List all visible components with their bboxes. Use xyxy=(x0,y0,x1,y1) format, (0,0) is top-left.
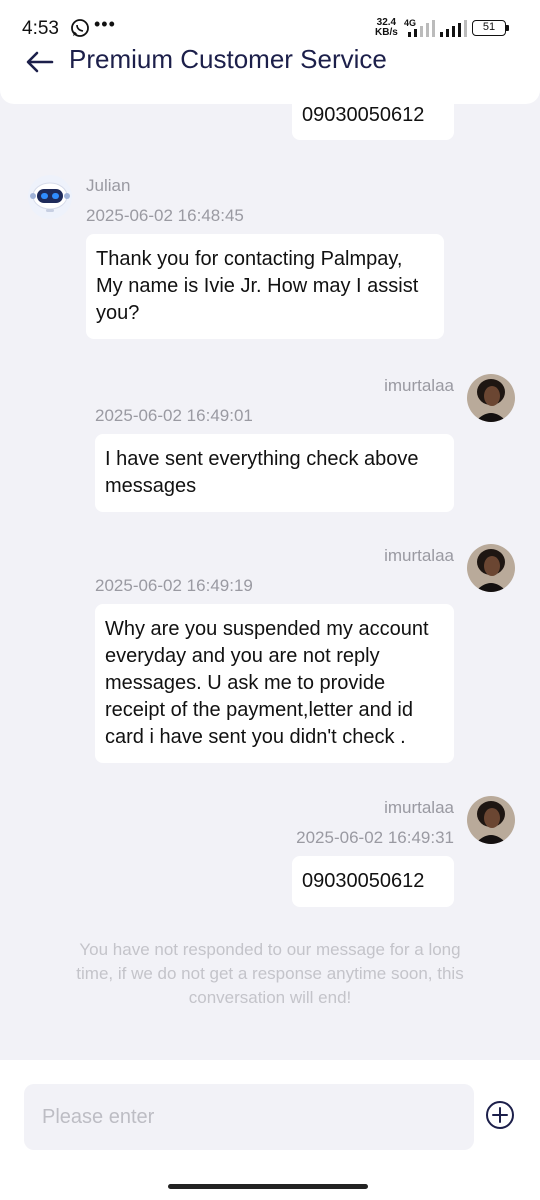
message-input[interactable] xyxy=(24,1084,474,1150)
message-text: 09030050612 xyxy=(302,104,425,126)
network-speed: 32.4 KB/s xyxy=(375,18,398,38)
user-avatar-icon xyxy=(467,544,515,592)
message-timestamp: 2025-06-02 16:48:45 xyxy=(86,206,244,225)
message-text: I have sent everything check above messa… xyxy=(105,448,419,497)
sender-name: Julian xyxy=(86,176,131,195)
home-indicator xyxy=(168,1184,368,1189)
page-title: Premium Customer Service xyxy=(69,44,387,74)
avatar xyxy=(467,796,515,844)
signal-icon xyxy=(440,20,467,37)
message-text: Why are you suspended my account everyda… xyxy=(105,618,429,748)
message-text: 09030050612 xyxy=(302,870,425,892)
whatsapp-icon xyxy=(71,19,89,37)
sender-name: imurtalaa xyxy=(384,546,454,565)
chat-area[interactable]: 09030050612 Julian 2025-06-02 16:48:45 T… xyxy=(0,104,540,1060)
user-avatar-icon xyxy=(467,374,515,422)
message-timestamp: 2025-06-02 16:49:19 xyxy=(95,576,253,595)
message-bubble: 09030050612 xyxy=(292,104,454,140)
battery-icon: 51 xyxy=(472,20,506,36)
status-time: 4:53 xyxy=(22,18,59,39)
avatar xyxy=(467,374,515,422)
message-bubble: Why are you suspended my account everyda… xyxy=(95,604,454,763)
message-timestamp: 2025-06-02 16:49:01 xyxy=(95,406,253,425)
arrow-left-icon[interactable] xyxy=(22,44,58,80)
net-speed-unit: KB/s xyxy=(375,27,398,38)
sender-name: imurtalaa xyxy=(384,798,454,817)
avatar xyxy=(467,544,515,592)
inactivity-notice: You have not responded to our message fo… xyxy=(76,940,464,1007)
signal-icon xyxy=(408,20,435,37)
more-dots-icon: ••• xyxy=(94,14,116,34)
plus-circle-icon[interactable] xyxy=(485,1100,515,1130)
battery-tip xyxy=(506,25,509,31)
status-bar: 4:53 ••• 32.4 KB/s 4G 51 xyxy=(0,0,540,40)
message-bubble: I have sent everything check above messa… xyxy=(95,434,454,512)
composer-bar xyxy=(0,1060,540,1200)
user-avatar-icon xyxy=(467,796,515,844)
sender-name: imurtalaa xyxy=(384,376,454,395)
message-bubble: Thank you for contacting Palmpay, My nam… xyxy=(86,234,444,339)
message-timestamp: 2025-06-02 16:49:31 xyxy=(296,828,454,847)
bot-avatar-icon xyxy=(28,175,72,219)
message-bubble: 09030050612 xyxy=(292,856,454,907)
message-text: Thank you for contacting Palmpay, My nam… xyxy=(96,248,419,324)
header: Premium Customer Service xyxy=(0,40,540,104)
